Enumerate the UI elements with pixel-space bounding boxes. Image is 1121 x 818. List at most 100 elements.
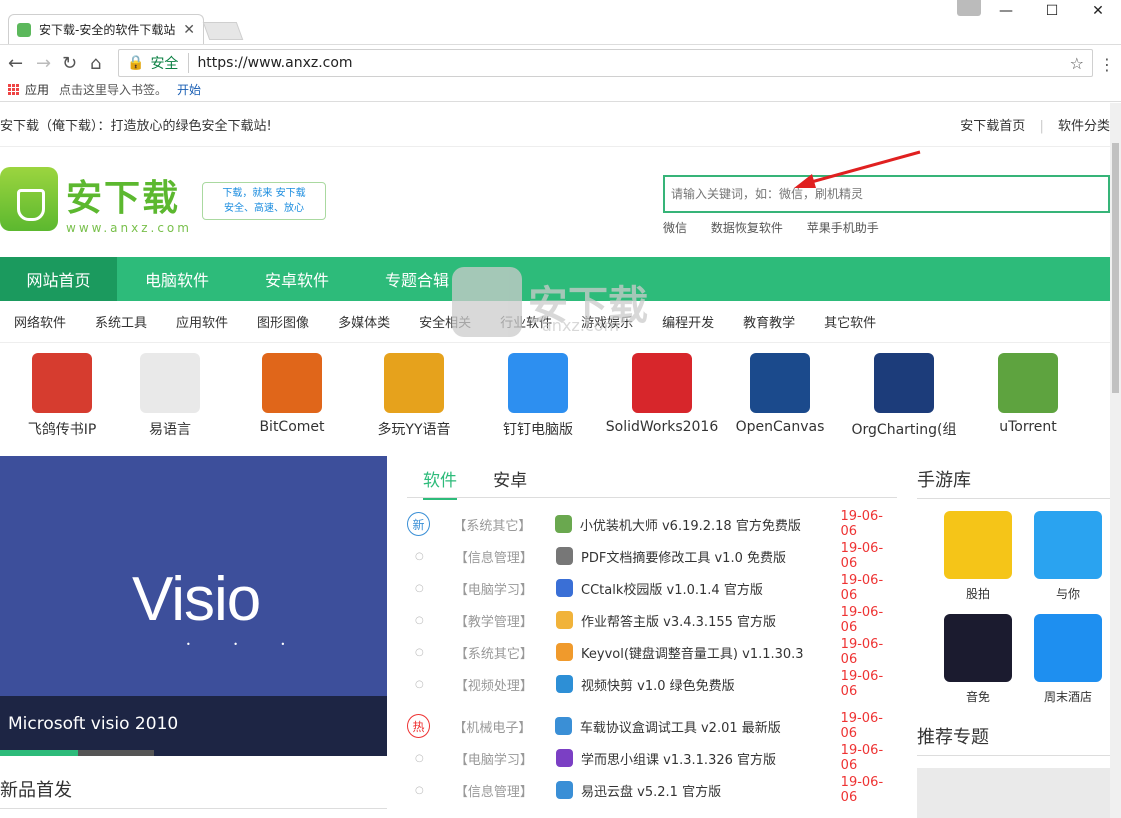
site-logo[interactable]: 安下载 www.anxz.com: [0, 167, 189, 235]
game-icon[interactable]: [1034, 511, 1102, 579]
list-category[interactable]: 【信息管理】: [432, 547, 556, 566]
software-name[interactable]: 视频快剪 v1.0 绿色免费版: [581, 675, 839, 694]
app-label[interactable]: SolidWorks2016: [600, 419, 724, 435]
home-icon[interactable]: ⌂: [90, 53, 101, 74]
close-window-icon[interactable]: ✕: [1075, 0, 1121, 22]
software-name[interactable]: Keyvol(键盘调整音量工具) v1.1.30.3: [581, 643, 839, 662]
app-label[interactable]: 钉钉电脑版: [476, 419, 600, 439]
subnav-item[interactable]: 系统工具: [95, 312, 147, 331]
bookmark-start-link[interactable]: 开始: [177, 81, 201, 98]
menu-icon[interactable]: ⋮: [1099, 55, 1115, 74]
address-bar[interactable]: 🔒 安全 https://www.anxz.com ☆: [118, 49, 1093, 77]
app-icon[interactable]: [384, 353, 444, 413]
software-name[interactable]: CCtalk校园版 v1.0.1.4 官方版: [581, 579, 839, 598]
software-name[interactable]: PDF文档摘要修改工具 v1.0 免费版: [581, 547, 839, 566]
game-label[interactable]: 周末酒店: [1023, 688, 1110, 705]
back-icon[interactable]: ←: [8, 53, 23, 74]
app-label[interactable]: 多玩YY语音: [352, 419, 476, 439]
url-text[interactable]: https://www.anxz.com: [197, 55, 352, 71]
game-tile[interactable]: 与你: [1023, 511, 1110, 602]
search-box[interactable]: [663, 175, 1110, 213]
game-tile[interactable]: 股拍: [933, 511, 1023, 602]
app-tile[interactable]: BitComet: [230, 353, 354, 435]
bookmark-star-icon[interactable]: ☆: [1070, 54, 1084, 73]
game-label[interactable]: 音免: [933, 688, 1023, 705]
software-name[interactable]: 车载协议盒调试工具 v2.01 最新版: [580, 717, 839, 736]
list-item[interactable]: 新【系统其它】 小优装机大师 v6.19.2.18 官方免费版 19-06-06: [407, 508, 897, 540]
app-tile[interactable]: OrgCharting(组: [842, 353, 966, 439]
list-item[interactable]: 热【机械电子】 车载协议盒调试工具 v2.01 最新版 19-06-06: [407, 710, 897, 742]
app-label[interactable]: OrgCharting(组: [842, 419, 966, 439]
game-icon[interactable]: [1034, 614, 1102, 682]
banner-caption[interactable]: Microsoft visio 2010: [0, 696, 387, 756]
top-link-home[interactable]: 安下载首页: [960, 119, 1025, 134]
subnav-item[interactable]: 应用软件: [176, 312, 228, 331]
forward-icon[interactable]: →: [36, 53, 51, 74]
app-icon[interactable]: [874, 353, 934, 413]
game-label[interactable]: 股拍: [933, 585, 1023, 602]
app-tile[interactable]: SolidWorks2016: [600, 353, 724, 435]
app-label[interactable]: 易语言: [108, 419, 232, 439]
app-icon[interactable]: [632, 353, 692, 413]
page-scrollbar[interactable]: [1110, 103, 1121, 818]
software-name[interactable]: 学而思小组课 v1.3.1.326 官方版: [581, 749, 839, 768]
software-name[interactable]: 小优装机大师 v6.19.2.18 官方免费版: [580, 515, 839, 534]
list-category[interactable]: 【系统其它】: [430, 515, 555, 534]
app-label[interactable]: uTorrent: [966, 419, 1090, 435]
list-item[interactable]: ○ 【电脑学习】 CCtalk校园版 v1.0.1.4 官方版 19-06-06: [407, 572, 897, 604]
app-tile[interactable]: 多玩YY语音: [352, 353, 476, 439]
app-label[interactable]: BitComet: [230, 419, 354, 435]
profile-icon[interactable]: [957, 0, 981, 16]
search-input[interactable]: [671, 187, 1108, 201]
list-item[interactable]: ○ 【教学管理】 作业帮答主版 v3.4.3.155 官方版 19-06-06: [407, 604, 897, 636]
list-category[interactable]: 【系统其它】: [432, 643, 556, 662]
app-icon[interactable]: [262, 353, 322, 413]
slide-indicator-active[interactable]: [0, 750, 78, 756]
app-icon[interactable]: [750, 353, 810, 413]
subnav-item[interactable]: 网络软件: [14, 312, 66, 331]
reload-icon[interactable]: ↻: [62, 53, 77, 74]
hotword[interactable]: 微信: [663, 221, 687, 235]
minimize-icon[interactable]: —: [983, 0, 1029, 22]
list-item[interactable]: ○ 【系统其它】 Keyvol(键盘调整音量工具) v1.1.30.3 19-06-0…: [407, 636, 897, 668]
list-item[interactable]: ○ 【电脑学习】 学而思小组课 v1.3.1.326 官方版 19-06-06: [407, 742, 897, 774]
app-icon[interactable]: [32, 353, 92, 413]
list-item[interactable]: ○ 【视频处理】 视频快剪 v1.0 绿色免费版 19-06-06: [407, 668, 897, 700]
app-icon[interactable]: [998, 353, 1058, 413]
game-icon[interactable]: [944, 511, 1012, 579]
subnav-item[interactable]: 多媒体类: [338, 312, 390, 331]
game-label[interactable]: 与你: [1023, 585, 1110, 602]
app-label[interactable]: 飞鸽传书IP: [0, 419, 124, 439]
app-tile[interactable]: 飞鸽传书IP: [0, 353, 124, 439]
subnav-item[interactable]: 图形图像: [257, 312, 309, 331]
list-item[interactable]: ○ 【信息管理】 易迅云盘 v5.2.1 官方版 19-06-06: [407, 774, 897, 806]
slide-indicator[interactable]: [78, 750, 154, 756]
nav-android-software[interactable]: 安卓软件: [237, 257, 357, 301]
game-tile[interactable]: 音免: [933, 614, 1023, 705]
list-category[interactable]: 【电脑学习】: [432, 579, 556, 598]
app-tile[interactable]: 钉钉电脑版: [476, 353, 600, 439]
list-category[interactable]: 【教学管理】: [432, 611, 556, 630]
list-item[interactable]: ○ 【信息管理】 PDF文档摘要修改工具 v1.0 免费版 19-06-06: [407, 540, 897, 572]
bookmark-apps[interactable]: 应用: [25, 81, 49, 98]
maximize-icon[interactable]: ☐: [1029, 0, 1075, 22]
app-icon[interactable]: [508, 353, 568, 413]
app-tile[interactable]: 易语言: [108, 353, 232, 439]
apps-grid-icon[interactable]: [8, 84, 19, 95]
close-tab-icon[interactable]: ✕: [183, 22, 195, 38]
software-name[interactable]: 作业帮答主版 v3.4.3.155 官方版: [581, 611, 839, 630]
game-icon[interactable]: [944, 614, 1012, 682]
app-icon[interactable]: [140, 353, 200, 413]
tab-software[interactable]: 软件: [423, 471, 457, 500]
subnav-item[interactable]: 教育教学: [743, 312, 795, 331]
tab-android[interactable]: 安卓: [493, 471, 527, 491]
list-category[interactable]: 【电脑学习】: [432, 749, 556, 768]
hotword[interactable]: 数据恢复软件: [711, 221, 783, 235]
nav-home[interactable]: 网站首页: [0, 257, 117, 301]
banner-slide[interactable]: Visio • • • Microsoft visio 2010: [0, 456, 387, 756]
recommend-image[interactable]: [917, 768, 1110, 818]
new-tab-button[interactable]: [202, 22, 244, 40]
top-link-category[interactable]: 软件分类: [1058, 119, 1110, 134]
list-category[interactable]: 【信息管理】: [432, 781, 556, 800]
software-name[interactable]: 易迅云盘 v5.2.1 官方版: [581, 781, 839, 800]
